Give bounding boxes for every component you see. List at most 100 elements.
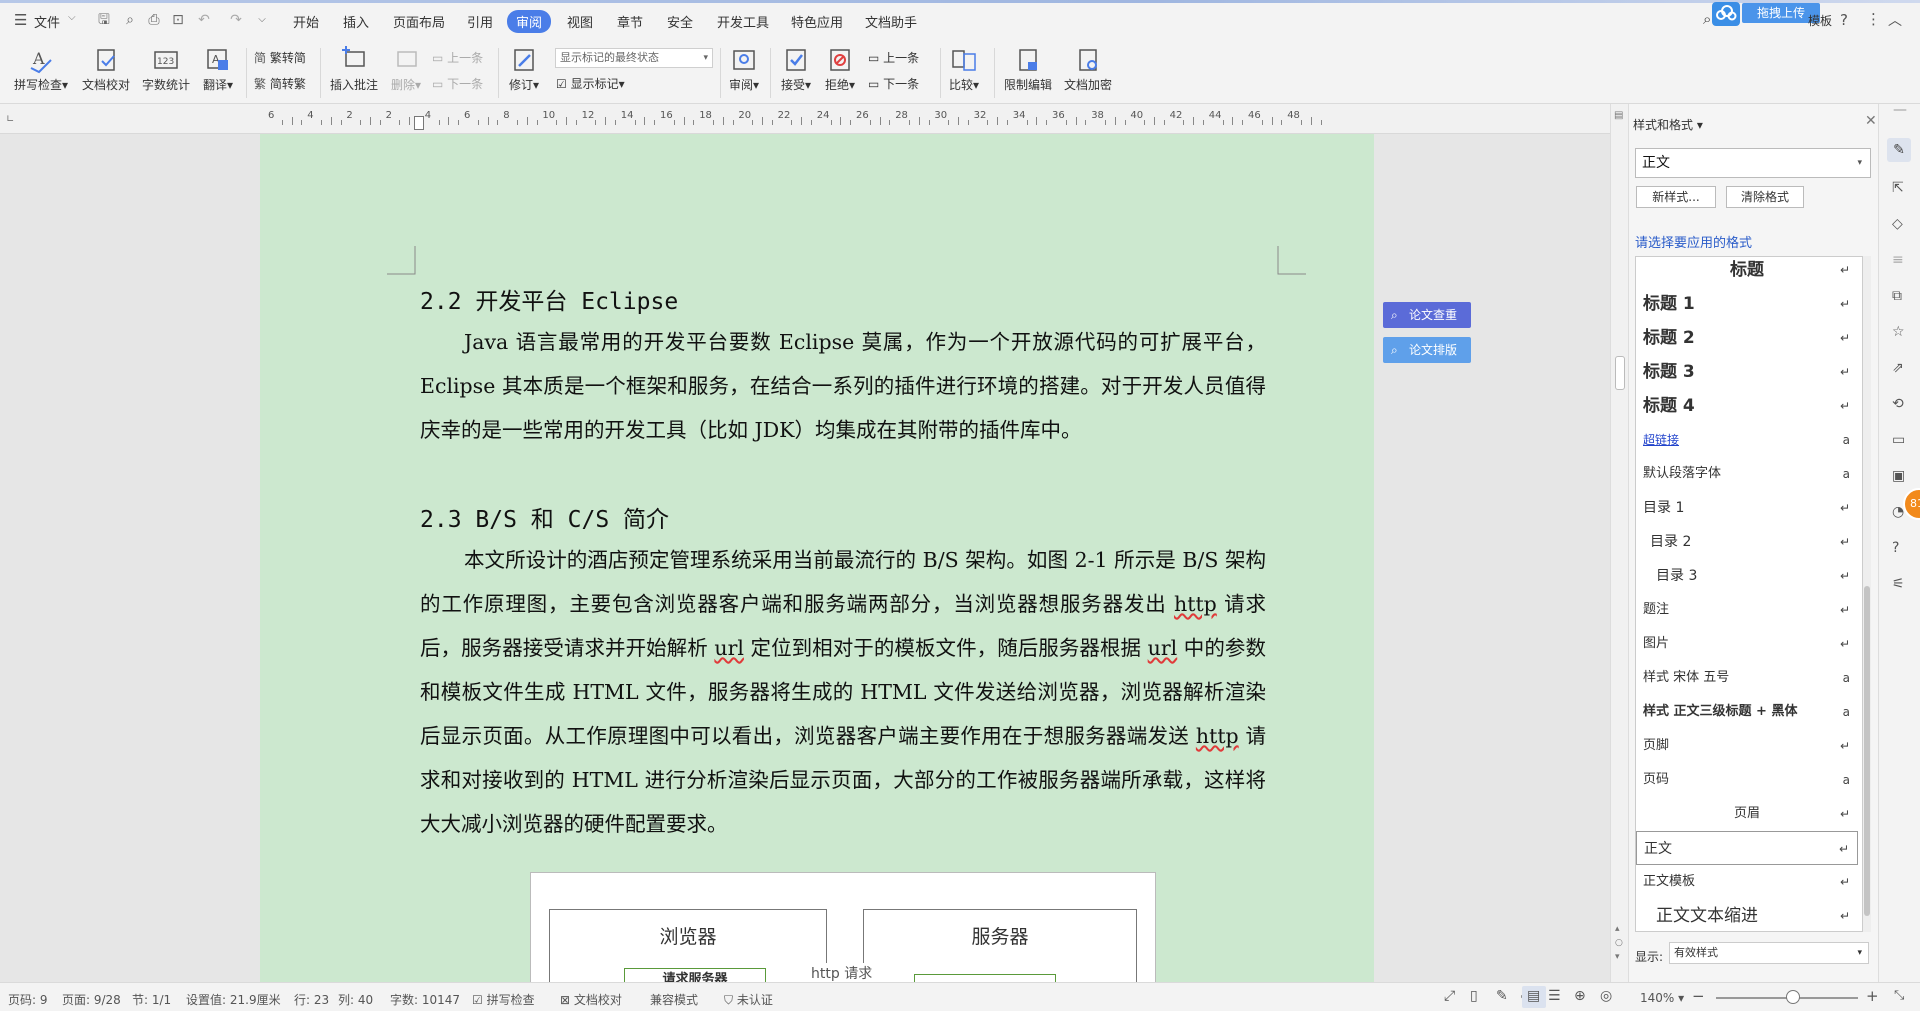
help-icon[interactable]: ?: [1840, 11, 1848, 29]
read-mode-icon[interactable]: ▯: [1470, 988, 1478, 1004]
style-item[interactable]: 标题 3 ↵: [1636, 355, 1858, 389]
style-item[interactable]: 题注 ↵: [1636, 593, 1858, 627]
tab-review[interactable]: 审阅: [507, 10, 552, 33]
undo-icon[interactable]: ↶: [196, 12, 212, 28]
template-label[interactable]: 模板: [1808, 12, 1832, 29]
file-menu[interactable]: 文件: [34, 12, 60, 31]
redo-icon[interactable]: ↷: [228, 12, 244, 28]
style-item[interactable]: 正文文本缩进 ↵: [1636, 899, 1858, 931]
insert-comment-button[interactable]: 插入批注: [326, 46, 382, 93]
style-item[interactable]: 正文模板 ↵: [1636, 865, 1858, 899]
tab-developer[interactable]: 开发工具: [717, 12, 769, 31]
format-painter-icon[interactable]: ⌕: [122, 12, 138, 28]
spell-check-button[interactable]: A 拼写检查▾: [10, 46, 72, 93]
tab-doc-assistant[interactable]: 文档助手: [865, 12, 917, 31]
restrict-edit-button[interactable]: 限制编辑: [1000, 46, 1056, 93]
accept-button[interactable]: 接受▾: [776, 46, 816, 93]
to-simplified-button[interactable]: 简 繁转简: [254, 48, 306, 68]
fullscreen-icon[interactable]: ⤢: [1444, 988, 1455, 1004]
tab-insert[interactable]: 插入: [343, 12, 369, 31]
revise-button[interactable]: 修订▾: [504, 46, 544, 93]
status-setting[interactable]: 设置值: 21.9厘米: [186, 991, 281, 1008]
figure-bs-diagram[interactable]: 浏览器 请求服务器 服务器 http 请求: [530, 872, 1156, 982]
status-section[interactable]: 节: 1/1: [132, 991, 171, 1008]
vertical-scrollbar[interactable]: ▤ ▴ ○ ▾: [1610, 104, 1628, 982]
copy-icon[interactable]: ⧉: [1892, 288, 1902, 304]
review-pane-button[interactable]: 审阅▾: [724, 46, 764, 93]
compare-button[interactable]: 比较▾: [944, 46, 984, 93]
drag-handle-icon[interactable]: —: [1893, 102, 1907, 118]
status-spell-check[interactable]: ☑ 拼写检查: [472, 991, 535, 1008]
style-item[interactable]: 样式 宋体 五号 a: [1636, 661, 1858, 695]
style-item[interactable]: 标题 2 ↵: [1636, 321, 1858, 355]
style-item[interactable]: 页眉 ↵: [1636, 797, 1858, 831]
paper-check-button[interactable]: ⌕ 论文查重: [1383, 302, 1471, 328]
style-pen-icon[interactable]: ✎: [1887, 138, 1911, 162]
horizontal-ruler[interactable]: ∟ 6 4 2 2 4 6 8 10 12 14 16 18 20 22 24 26 28 30 32 34 36 38 4…: [0, 104, 1610, 134]
zoom-slider-thumb[interactable]: [1786, 990, 1800, 1004]
translate-button[interactable]: A 翻译▾: [198, 46, 238, 93]
share-icon[interactable]: ⇗: [1892, 360, 1904, 376]
style-item[interactable]: 正文 ↵: [1636, 831, 1858, 865]
more-icon[interactable]: ⋮: [1866, 10, 1881, 28]
style-item[interactable]: 目录 2 ↵: [1636, 525, 1858, 559]
quick-access-more-icon[interactable]: ⌵: [254, 12, 270, 28]
prev-change-button[interactable]: ▭ 上一条: [868, 48, 919, 68]
style-item[interactable]: 标题 1 ↵: [1636, 287, 1858, 321]
clear-format-button[interactable]: 清除格式: [1726, 186, 1804, 208]
tab-stop-icon[interactable]: ∟: [6, 114, 14, 125]
style-item[interactable]: 页脚 ↵: [1636, 729, 1858, 763]
zoom-in-icon[interactable]: +: [1866, 987, 1879, 1005]
translate-side-icon[interactable]: ⟲: [1892, 396, 1904, 412]
collapse-ribbon-icon[interactable]: ︿: [1888, 10, 1902, 30]
fit-page-icon[interactable]: ⤡: [1894, 988, 1904, 1003]
status-page-number[interactable]: 页码: 9: [8, 991, 48, 1008]
scroll-thumb[interactable]: [1615, 356, 1625, 390]
status-doc-proof[interactable]: ⊠ 文档校对: [560, 991, 622, 1008]
notification-badge[interactable]: 81: [1903, 488, 1920, 520]
tab-chapter[interactable]: 章节: [617, 12, 643, 31]
markup-state-select[interactable]: 显示标记的最终状态 ▾: [555, 48, 713, 68]
paragraph-bs-architecture[interactable]: 本文所设计的酒店预定管理系统采用当前最流行的 B/S 架构。如图 2-1 所示是…: [420, 538, 1266, 846]
close-icon[interactable]: ✕: [1865, 113, 1877, 129]
backup-icon[interactable]: ▭: [1892, 432, 1905, 448]
document-area[interactable]: 2.2 开发平台 Eclipse Java 语言最常用的开发平台要数 Eclip…: [0, 134, 1610, 982]
search-icon[interactable]: ⌕: [1703, 10, 1711, 28]
reject-button[interactable]: 拒绝▾: [820, 46, 860, 93]
style-list[interactable]: 标题 ↵ 标题 1 ↵ 标题 2 ↵ 标题 3 ↵ 标题 4 ↵ 超链接 a 默认段落字体 a 目录 1 ↵ 目…: [1635, 256, 1863, 932]
next-change-button[interactable]: ▭ 下一条: [868, 74, 919, 94]
style-item[interactable]: 目录 1 ↵: [1636, 491, 1858, 525]
style-item[interactable]: 样式 正文三级标题 + 黑体 a: [1636, 695, 1858, 729]
page-view-icon[interactable]: ▤: [1527, 988, 1540, 1004]
prev-comment-button[interactable]: ▭ 上一条: [432, 48, 483, 68]
doc-encrypt-button[interactable]: 文档加密: [1060, 46, 1116, 93]
style-item[interactable]: 标题 ↵: [1636, 257, 1858, 287]
tab-home[interactable]: 开始: [293, 12, 319, 31]
next-comment-button[interactable]: ▭ 下一条: [432, 74, 483, 94]
style-item[interactable]: 目录 3 ↵: [1636, 559, 1858, 593]
settings-sliders-icon[interactable]: ⚟: [1892, 576, 1905, 592]
status-cert[interactable]: ⛉ 未认证: [724, 991, 773, 1008]
properties-icon[interactable]: ≡: [1892, 252, 1904, 268]
hamburger-icon[interactable]: ☰: [14, 11, 27, 29]
tab-view[interactable]: 视图: [567, 12, 593, 31]
select-pointer-icon[interactable]: ⇱: [1892, 180, 1904, 196]
help-circle-icon[interactable]: ?: [1892, 540, 1899, 556]
style-item[interactable]: 图片 ↵: [1636, 627, 1858, 661]
style-item[interactable]: 标题 4 ↵: [1636, 389, 1858, 423]
status-pages[interactable]: 页面: 9/28: [62, 991, 121, 1008]
doc-proof-button[interactable]: 文档校对: [78, 46, 134, 93]
style-list-scrollbar[interactable]: [1863, 256, 1871, 932]
image-icon[interactable]: ▣: [1892, 468, 1905, 484]
eye-protect-icon[interactable]: ◎: [1600, 988, 1612, 1004]
new-style-button[interactable]: 新样式...: [1636, 186, 1716, 208]
zoom-level[interactable]: 140% ▾: [1640, 991, 1684, 1005]
to-traditional-button[interactable]: 繁 简转繁: [254, 74, 306, 94]
paragraph-eclipse[interactable]: Java 语言最常用的开发平台要数 Eclipse 莫属，作为一个开放源代码的可…: [420, 320, 1266, 452]
page-nav-icon[interactable]: ▴ ○ ▾: [1615, 922, 1623, 964]
style-item[interactable]: 页码 a: [1636, 763, 1858, 797]
print-icon[interactable]: ⎙: [146, 12, 162, 28]
delete-comment-button[interactable]: 删除▾: [386, 46, 426, 93]
ruler-indent-marker[interactable]: [414, 116, 424, 130]
document-page[interactable]: 2.2 开发平台 Eclipse Java 语言最常用的开发平台要数 Eclip…: [260, 134, 1374, 982]
